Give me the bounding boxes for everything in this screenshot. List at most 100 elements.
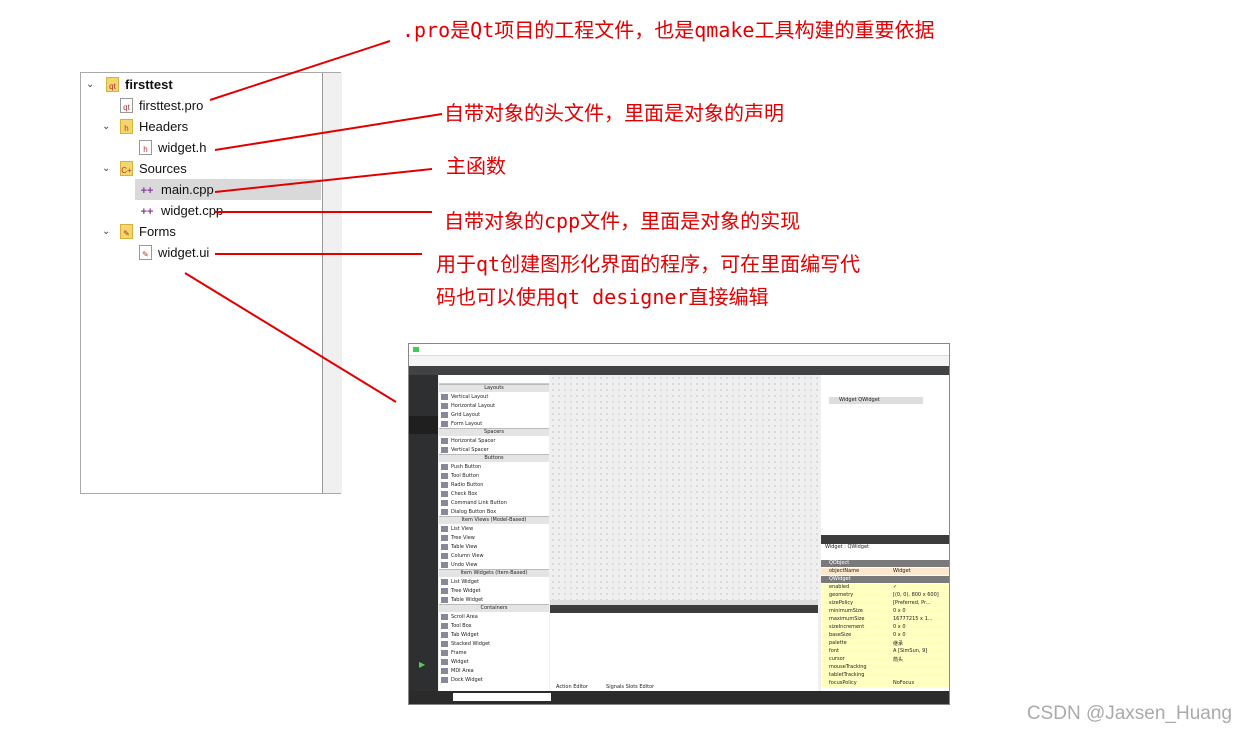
widget-label: Widget (451, 658, 469, 665)
property-name: enabled (829, 584, 850, 590)
widget-label: Tool Button (451, 472, 480, 479)
widget-box-item[interactable]: Dialog Button Box (439, 507, 549, 516)
widget-icon (441, 561, 448, 568)
widget-label: Dock Widget (451, 676, 483, 683)
widget-box-item[interactable]: Radio Button (439, 480, 549, 489)
property-name: geometry (829, 592, 854, 598)
widget-box-item[interactable]: Vertical Layout (439, 392, 549, 401)
property-value (885, 664, 949, 671)
status-bar (409, 691, 949, 704)
property-name: cursor (829, 656, 845, 662)
widget-icon (441, 499, 448, 506)
widget-box-item[interactable]: Tab Widget (439, 630, 549, 639)
widget-box-item[interactable]: MDI Area (439, 666, 549, 675)
widget-icon (441, 676, 448, 683)
widget-box-item[interactable]: Column View (439, 551, 549, 560)
run-icon[interactable]: ▶ (419, 660, 425, 669)
property-row[interactable]: tabletTracking (821, 672, 949, 680)
widget-box-item[interactable]: Tree Widget (439, 586, 549, 595)
widget-box-item[interactable]: List Widget (439, 577, 549, 586)
property-row[interactable]: objectName Widget (821, 568, 949, 576)
property-value: 0 x 0 (893, 608, 906, 614)
property-row[interactable]: sizeIncrement 0 x 0 (821, 624, 949, 632)
property-row[interactable]: enabled ✓ (821, 584, 949, 592)
property-row[interactable]: baseSize 0 x 0 (821, 632, 949, 640)
property-row[interactable]: mouseTracking (821, 664, 949, 672)
form-canvas[interactable] (550, 375, 818, 600)
widget-category[interactable]: Layouts (439, 384, 549, 392)
property-row[interactable]: minimumSize 0 x 0 (821, 608, 949, 616)
widget-label: Form Layout (451, 420, 483, 427)
widget-icon (441, 631, 448, 638)
property-row[interactable]: cursor 箭头 (821, 656, 949, 664)
widget-label: Vertical Layout (451, 393, 489, 400)
widget-filter-input[interactable] (439, 375, 549, 384)
property-row[interactable]: QObject (821, 560, 949, 568)
annotation-pro: .pro是Qt项目的工程文件，也是qmake工具构建的重要依据 (402, 18, 935, 42)
property-value (885, 672, 949, 679)
widget-box-item[interactable]: Vertical Spacer (439, 445, 549, 454)
design-mode-tab[interactable] (409, 416, 438, 434)
tab-signals-slots[interactable]: Signals Slots Editor (606, 684, 654, 690)
property-value: ✓ (893, 584, 898, 590)
widget-icon (441, 508, 448, 515)
widget-box-item[interactable]: Tool Box (439, 621, 549, 630)
tab-action-editor[interactable]: Action Editor (556, 684, 588, 690)
widget-label: Tab Widget (451, 631, 479, 638)
widget-box-item[interactable]: Table Widget (439, 595, 549, 604)
widget-box-item[interactable]: Widget (439, 657, 549, 666)
property-row[interactable]: maximumSize 16777215 x 1... (821, 616, 949, 624)
widget-box-item[interactable]: Frame (439, 648, 549, 657)
toolbar[interactable] (409, 366, 949, 375)
widget-label: Horizontal Spacer (451, 437, 496, 444)
widget-box-item[interactable]: Scroll Area (439, 612, 549, 621)
property-name: maximumSize (829, 616, 865, 622)
widget-box-item[interactable]: Push Button (439, 462, 549, 471)
widget-box-item[interactable]: Command Link Button (439, 498, 549, 507)
widget-category[interactable]: Item Widgets (Item-Based) (439, 569, 549, 577)
property-row[interactable]: font A [SimSun, 9] (821, 648, 949, 656)
widget-category[interactable]: Buttons (439, 454, 549, 462)
widget-icon (441, 640, 448, 647)
arrow-header (214, 113, 443, 151)
widget-box-item[interactable]: Check Box (439, 489, 549, 498)
widget-label: Scroll Area (451, 613, 478, 620)
property-value: A [SimSun, 9] (893, 648, 928, 654)
widget-box-item[interactable]: Undo View (439, 560, 549, 569)
property-name: tabletTracking (829, 672, 865, 678)
property-row[interactable]: sizePolicy [Preferred, Pr... (821, 600, 949, 608)
property-row[interactable]: geometry [(0, 0), 800 x 600] (821, 592, 949, 600)
widget-label: Table Widget (451, 596, 484, 603)
object-tree-item[interactable]: Widget QWidget (829, 397, 923, 404)
widget-box-item[interactable]: Grid Layout (439, 410, 549, 419)
action-editor: Action Editor Signals Slots Editor (550, 613, 818, 691)
widget-label: Radio Button (451, 481, 484, 488)
property-row[interactable]: focusPolicy NoFocus (821, 680, 949, 688)
widget-box-item[interactable]: Dock Widget (439, 675, 549, 684)
widget-icon (441, 481, 448, 488)
widget-label: Horizontal Layout (451, 402, 496, 409)
widget-category[interactable]: Item Views (Model-Based) (439, 516, 549, 524)
menu-bar[interactable] (409, 356, 949, 366)
widget-box-item[interactable]: Table View (439, 542, 549, 551)
property-row[interactable]: palette 继承 (821, 640, 949, 648)
widget-box-item[interactable]: Form Layout (439, 419, 549, 428)
locator-input[interactable] (453, 693, 551, 701)
widget-box-item[interactable]: Horizontal Spacer (439, 436, 549, 445)
widget-box-item[interactable]: Tool Button (439, 471, 549, 480)
mode-sidebar[interactable]: ▶ (409, 375, 438, 691)
object-inspector: Widget QWidget (821, 375, 949, 535)
widget-icon (441, 437, 448, 444)
property-value: Widget (893, 568, 911, 574)
widget-icon (441, 525, 448, 532)
widget-box-item[interactable]: Tree View (439, 533, 549, 542)
widget-category[interactable]: Spacers (439, 428, 549, 436)
widget-box-item[interactable]: Horizontal Layout (439, 401, 549, 410)
property-name: mouseTracking (829, 664, 867, 670)
widget-category[interactable]: Containers (439, 604, 549, 612)
widget-box-item[interactable]: Stacked Widget (439, 639, 549, 648)
widget-box-item[interactable]: List View (439, 524, 549, 533)
property-value: 箭头 (893, 657, 904, 663)
action-editor-toolbar (550, 605, 818, 613)
property-row[interactable]: QWidget (821, 576, 949, 584)
